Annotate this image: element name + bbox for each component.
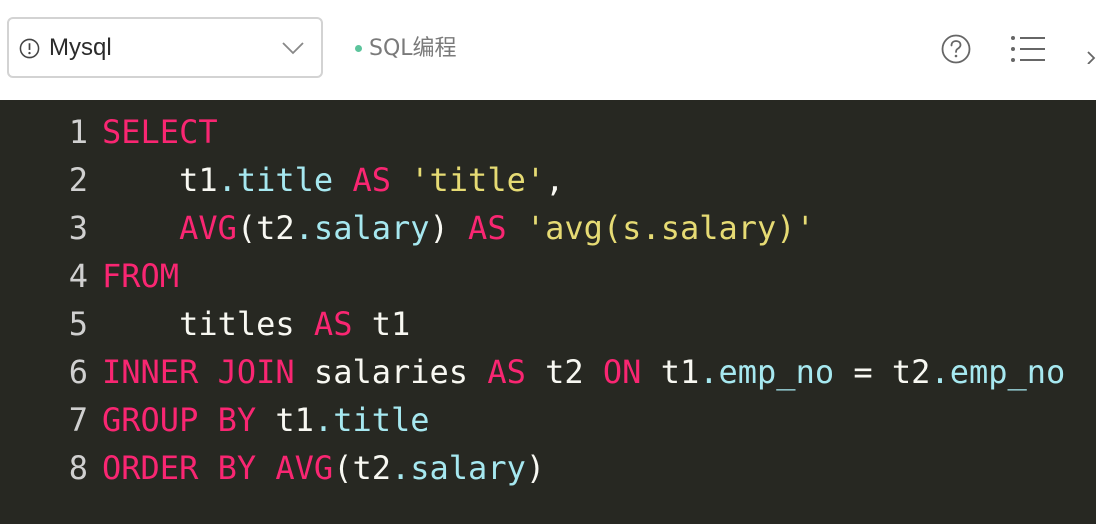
line-number: 6 <box>68 353 88 391</box>
code-text: INNER JOIN salaries AS t2 ON t1.emp_no =… <box>88 348 1065 396</box>
sql-keyword: AS <box>487 353 526 391</box>
sql-string: 'title' <box>410 161 546 199</box>
chevron-right-icon[interactable] <box>1086 48 1096 64</box>
code-text: ORDER BY AVG(t2.salary) <box>88 444 545 492</box>
line-number: 8 <box>68 449 88 487</box>
line-number: 5 <box>68 305 88 343</box>
code-editor[interactable]: 1 SELECT 2 t1.title AS 'title', 3 AVG(t2.sa… <box>0 100 1096 524</box>
sql-keyword: GROUP <box>102 401 199 439</box>
sql-text: t1 <box>256 401 314 439</box>
code-text: GROUP BY t1.title <box>88 396 430 444</box>
line-number: 2 <box>68 161 88 199</box>
sql-text: (t2 <box>236 209 295 247</box>
sql-keyword: ORDER <box>102 449 199 487</box>
line-number: 4 <box>68 257 88 295</box>
code-text: t1.title AS 'title', <box>88 156 564 204</box>
list-icon[interactable] <box>1009 34 1047 64</box>
sql-string: 'avg(s.salary)' <box>525 209 815 247</box>
sql-text: ) <box>525 449 546 487</box>
help-icon[interactable] <box>940 33 972 65</box>
code-line[interactable]: 3 AVG(t2.salary) AS 'avg(s.salary)' <box>0 204 815 252</box>
code-line[interactable]: 5 titles AS t1 <box>0 300 411 348</box>
sql-text: , <box>545 161 565 199</box>
sql-field: .title <box>313 401 430 439</box>
sql-field: .title <box>217 161 334 199</box>
code-line[interactable]: 2 t1.title AS 'title', <box>0 156 565 204</box>
sql-keyword: AVG <box>275 449 334 487</box>
sql-keyword: AS <box>313 305 353 343</box>
sql-keyword: INNER <box>102 353 199 391</box>
mode-label: SQL编程 <box>369 36 457 61</box>
sql-keyword: ON <box>602 353 642 391</box>
sql-field: .salary <box>294 209 430 247</box>
sql-text: t1 <box>352 305 411 343</box>
code-line[interactable]: 1 SELECT <box>0 108 218 156</box>
code-line[interactable]: 4 FROM <box>0 252 179 300</box>
sql-text: t1 <box>102 161 218 199</box>
code-text: AVG(t2.salary) AS 'avg(s.salary)' <box>88 204 815 252</box>
sql-field: .salary <box>390 449 526 487</box>
sql-text: ) <box>429 209 469 247</box>
status-dot <box>355 45 362 52</box>
sql-keyword: SELECT <box>102 113 218 151</box>
sql-field: .emp_no <box>699 353 835 391</box>
sql-text: salaries <box>294 353 488 391</box>
code-text: titles AS t1 <box>88 300 410 348</box>
code-line[interactable]: 8 ORDER BY AVG(t2.salary) <box>0 444 545 492</box>
sql-keyword: JOIN <box>217 353 295 391</box>
sql-keyword: AS <box>468 209 507 247</box>
sql-keyword: AVG <box>179 209 237 247</box>
sql-keyword: BY <box>217 449 257 487</box>
sql-text: t1 <box>641 353 700 391</box>
sql-text: = t2 <box>834 353 931 391</box>
sql-keyword: FROM <box>102 257 180 295</box>
language-value: Mysql <box>49 34 112 61</box>
sql-text: (t2 <box>333 449 391 487</box>
chevron-down-icon <box>282 42 304 55</box>
code-text: FROM <box>88 252 179 300</box>
language-select[interactable]: Mysql <box>7 17 323 78</box>
code-line[interactable]: 6 INNER JOIN salaries AS t2 ON t1.emp_no … <box>0 348 1066 396</box>
sql-keyword: AS <box>352 161 391 199</box>
code-line[interactable]: 7 GROUP BY t1.title <box>0 396 430 444</box>
line-number: 1 <box>68 113 88 151</box>
editor-toolbar: Mysql SQL编程 <box>0 0 1096 100</box>
sql-text: titles <box>102 305 314 343</box>
sql-keyword: BY <box>217 401 257 439</box>
info-icon <box>19 38 40 59</box>
sql-text: t2 <box>525 353 603 391</box>
code-text: SELECT <box>88 108 218 156</box>
line-number: 7 <box>68 401 88 439</box>
sql-field: .emp_no <box>930 353 1066 391</box>
line-number: 3 <box>68 209 88 247</box>
